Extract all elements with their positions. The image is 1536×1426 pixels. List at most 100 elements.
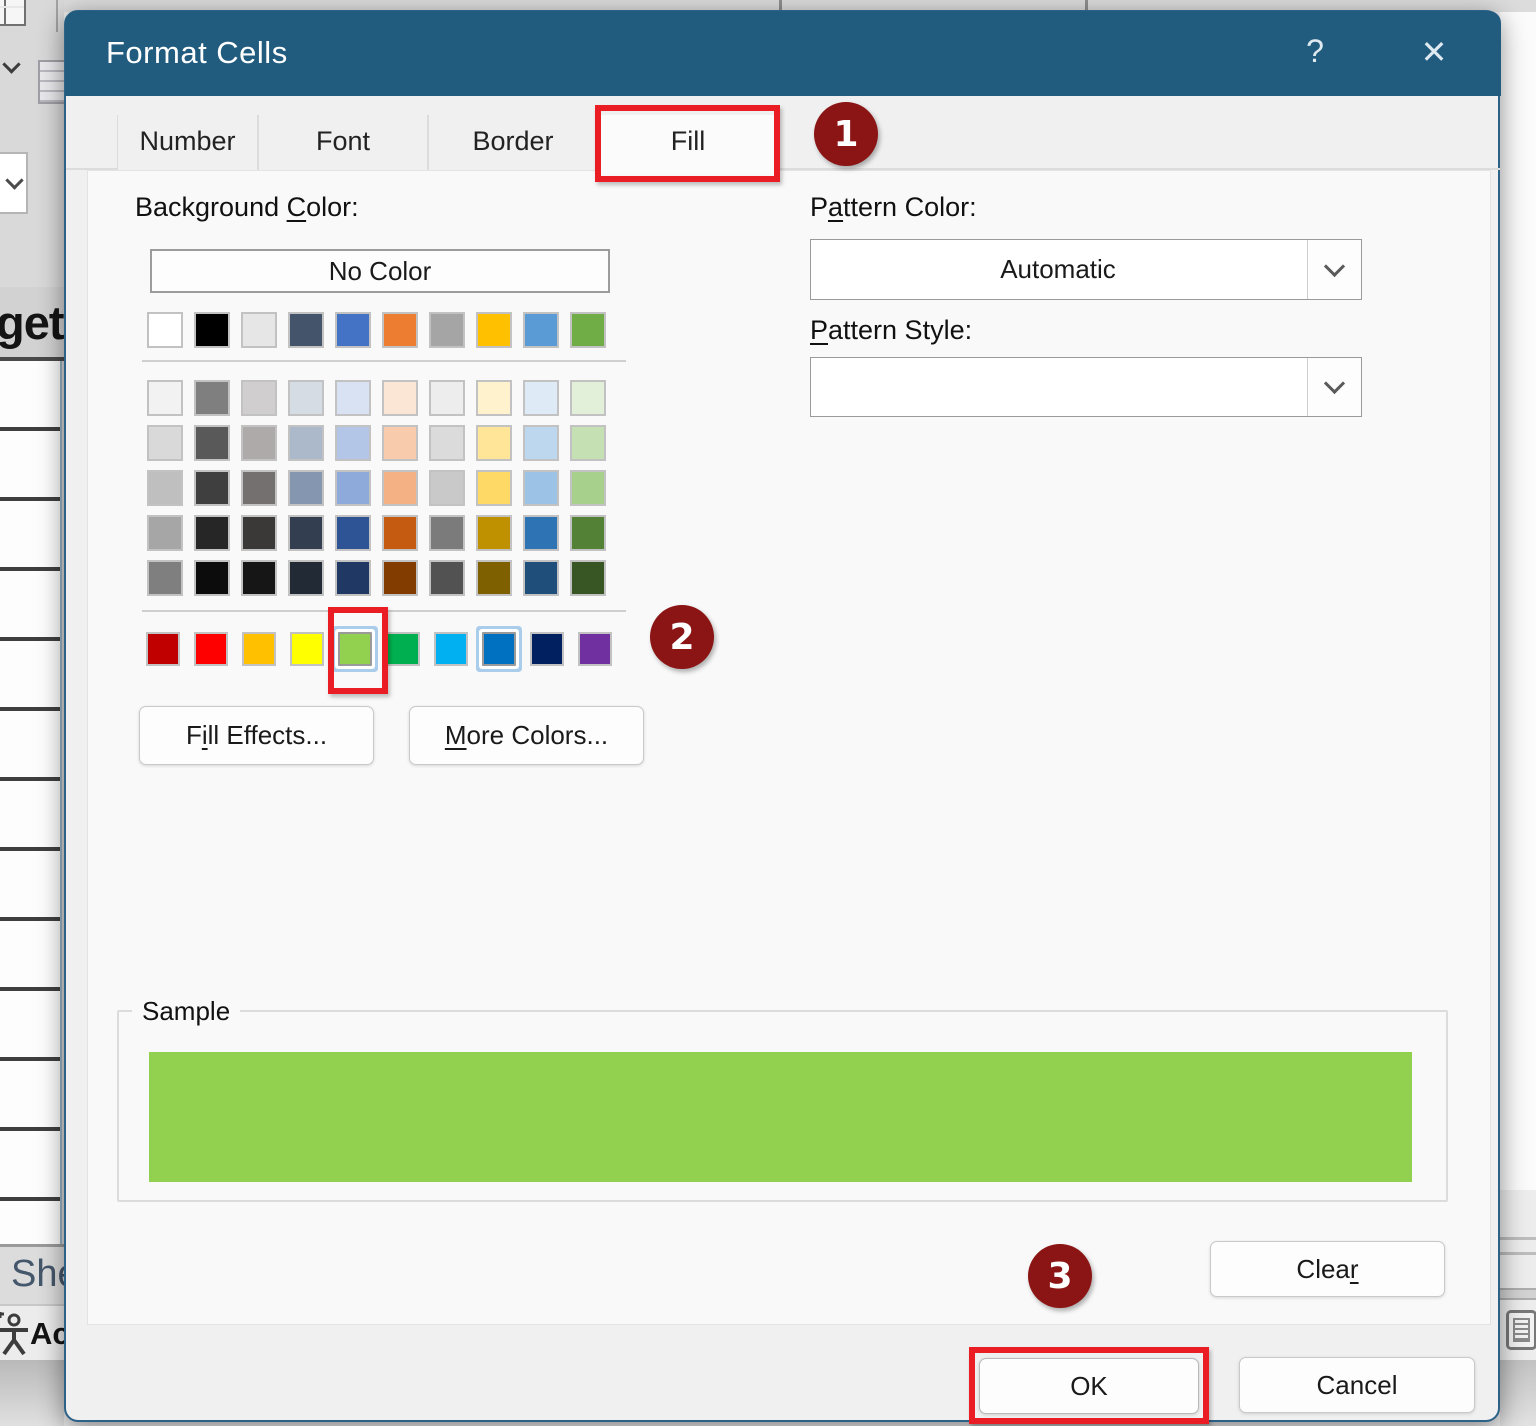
color-swatch[interactable] bbox=[523, 560, 559, 596]
dropdown-button[interactable] bbox=[1307, 240, 1361, 299]
color-swatch[interactable] bbox=[570, 470, 606, 506]
color-swatch[interactable] bbox=[194, 632, 228, 666]
color-swatch[interactable] bbox=[434, 632, 468, 666]
color-swatch[interactable] bbox=[288, 515, 324, 551]
color-swatch[interactable] bbox=[382, 380, 418, 416]
annotation-rect-fill-tab bbox=[595, 105, 780, 182]
color-swatch[interactable] bbox=[476, 380, 512, 416]
tab-number[interactable]: Number bbox=[117, 115, 258, 170]
color-swatch[interactable] bbox=[476, 470, 512, 506]
color-swatch[interactable] bbox=[194, 312, 230, 348]
color-swatch[interactable] bbox=[570, 425, 606, 461]
color-swatch[interactable] bbox=[335, 380, 371, 416]
color-swatch[interactable] bbox=[382, 312, 418, 348]
color-swatch[interactable] bbox=[429, 380, 465, 416]
color-swatch[interactable] bbox=[288, 560, 324, 596]
color-swatch[interactable] bbox=[482, 632, 516, 666]
color-swatch[interactable] bbox=[335, 515, 371, 551]
pattern-color-dropdown[interactable]: Automatic bbox=[810, 239, 1362, 300]
ribbon-dropdown[interactable] bbox=[0, 152, 28, 214]
color-swatch[interactable] bbox=[146, 632, 180, 666]
color-swatch[interactable] bbox=[570, 312, 606, 348]
color-swatch[interactable] bbox=[147, 515, 183, 551]
color-swatch[interactable] bbox=[241, 515, 277, 551]
color-swatch[interactable] bbox=[429, 470, 465, 506]
color-swatch[interactable] bbox=[335, 560, 371, 596]
standard-color-cell bbox=[482, 632, 530, 666]
color-swatch[interactable] bbox=[523, 515, 559, 551]
color-swatch[interactable] bbox=[288, 470, 324, 506]
color-swatch[interactable] bbox=[194, 470, 230, 506]
color-swatch[interactable] bbox=[382, 425, 418, 461]
color-swatch[interactable] bbox=[241, 425, 277, 461]
help-icon[interactable]: ? bbox=[1293, 33, 1337, 70]
color-swatch[interactable] bbox=[242, 632, 276, 666]
color-swatch[interactable] bbox=[429, 515, 465, 551]
annotation-rect-green-swatch bbox=[328, 607, 388, 694]
color-swatch[interactable] bbox=[429, 425, 465, 461]
color-swatch[interactable] bbox=[476, 515, 512, 551]
standard-color-cell bbox=[194, 632, 242, 666]
color-swatch[interactable] bbox=[476, 560, 512, 596]
color-swatch[interactable] bbox=[523, 470, 559, 506]
color-swatch[interactable] bbox=[570, 560, 606, 596]
color-swatch[interactable] bbox=[194, 425, 230, 461]
excel-background-right bbox=[1500, 12, 1536, 1190]
color-swatch[interactable] bbox=[241, 560, 277, 596]
annotation-step-1: 1 bbox=[814, 102, 878, 166]
tab-border[interactable]: Border bbox=[428, 115, 598, 170]
color-swatch[interactable] bbox=[241, 380, 277, 416]
color-swatch[interactable] bbox=[530, 632, 564, 666]
color-swatch[interactable] bbox=[570, 515, 606, 551]
fill-effects-button[interactable]: Fill Effects... bbox=[139, 706, 374, 765]
color-swatch[interactable] bbox=[335, 312, 371, 348]
color-swatch[interactable] bbox=[476, 425, 512, 461]
color-swatch[interactable] bbox=[382, 515, 418, 551]
color-swatch[interactable] bbox=[523, 312, 559, 348]
color-swatch[interactable] bbox=[147, 470, 183, 506]
color-swatch[interactable] bbox=[241, 470, 277, 506]
color-swatch[interactable] bbox=[241, 312, 277, 348]
color-swatch[interactable] bbox=[476, 312, 512, 348]
chevron-down-icon[interactable] bbox=[2, 55, 20, 73]
dropdown-button[interactable] bbox=[1307, 358, 1361, 416]
color-swatch[interactable] bbox=[194, 515, 230, 551]
sheet-tab[interactable]: She bbox=[0, 1244, 64, 1304]
color-swatch[interactable] bbox=[288, 425, 324, 461]
color-swatch[interactable] bbox=[523, 425, 559, 461]
color-swatch[interactable] bbox=[147, 380, 183, 416]
pattern-style-label: Pattern Style: bbox=[810, 315, 972, 346]
close-icon[interactable]: ✕ bbox=[1409, 33, 1459, 71]
standard-color-cell bbox=[146, 632, 194, 666]
color-swatch[interactable] bbox=[147, 425, 183, 461]
dialog-title: Format Cells bbox=[106, 35, 288, 71]
color-swatch[interactable] bbox=[147, 312, 183, 348]
normal-view-icon[interactable] bbox=[1506, 1310, 1536, 1350]
tab-font[interactable]: Font bbox=[258, 115, 428, 170]
annotation-step-3: 3 bbox=[1028, 1244, 1092, 1308]
worksheet-rows[interactable] bbox=[0, 361, 62, 1244]
color-swatch[interactable] bbox=[335, 425, 371, 461]
color-swatch[interactable] bbox=[382, 470, 418, 506]
palette-divider bbox=[142, 360, 626, 362]
color-swatch[interactable] bbox=[288, 312, 324, 348]
color-swatch[interactable] bbox=[523, 380, 559, 416]
color-swatch[interactable] bbox=[429, 560, 465, 596]
standard-color-cell bbox=[578, 632, 626, 666]
more-colors-button[interactable]: More Colors... bbox=[409, 706, 644, 765]
color-swatch[interactable] bbox=[386, 632, 420, 666]
color-swatch[interactable] bbox=[194, 560, 230, 596]
color-swatch[interactable] bbox=[335, 470, 371, 506]
color-swatch[interactable] bbox=[194, 380, 230, 416]
cancel-button[interactable]: Cancel bbox=[1239, 1357, 1475, 1413]
color-swatch[interactable] bbox=[290, 632, 324, 666]
no-color-button[interactable]: No Color bbox=[150, 249, 610, 293]
color-swatch[interactable] bbox=[288, 380, 324, 416]
color-swatch[interactable] bbox=[578, 632, 612, 666]
pattern-style-dropdown[interactable] bbox=[810, 357, 1362, 417]
color-swatch[interactable] bbox=[570, 380, 606, 416]
color-swatch[interactable] bbox=[382, 560, 418, 596]
clear-button[interactable]: Clear bbox=[1210, 1241, 1445, 1297]
color-swatch[interactable] bbox=[429, 312, 465, 348]
color-swatch[interactable] bbox=[147, 560, 183, 596]
